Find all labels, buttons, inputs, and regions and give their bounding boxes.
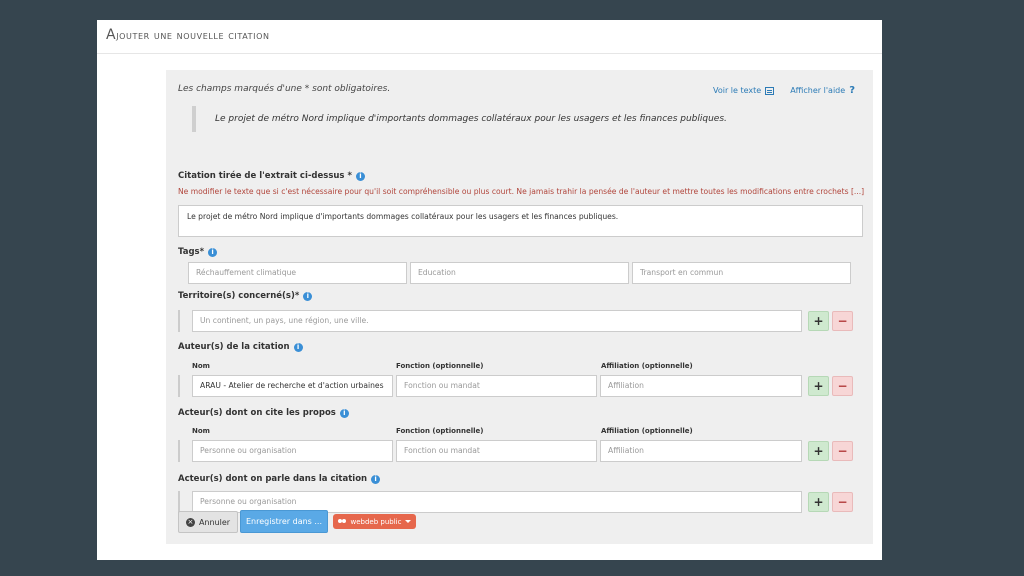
mentioned-actors-label: Acteur(s) dont on parle dans la citation… (178, 474, 381, 484)
row-bracket (178, 491, 180, 513)
row-bracket (178, 375, 180, 397)
info-icon[interactable]: i (339, 408, 349, 418)
authors-col-affiliation: Affiliation (optionnelle) (601, 362, 693, 370)
author-name-input[interactable]: ARAU - Atelier de recherche et d'action … (192, 375, 393, 397)
save-label: Enregistrer dans ... (245, 517, 323, 526)
add-mentioned-actor-button[interactable]: + (808, 492, 829, 512)
tag-input-1[interactable]: Réchauffement climatique (188, 262, 407, 284)
cited-col-affiliation: Affiliation (optionnelle) (601, 427, 693, 435)
citation-textarea[interactable]: Le projet de métro Nord implique d'impor… (178, 205, 863, 237)
author-affiliation-input[interactable]: Affiliation (600, 375, 802, 397)
info-icon[interactable]: i (293, 342, 303, 352)
add-cited-actor-button[interactable]: + (808, 441, 829, 461)
caret-down-icon (405, 520, 412, 523)
territory-label: Territoire(s) concerné(s)* i (178, 291, 313, 301)
view-text-label: Voir le texte (713, 86, 762, 95)
form-panel: Les champs marqués d'une * sont obligato… (166, 70, 873, 544)
cited-col-name: Nom (192, 427, 210, 435)
info-icon[interactable]: i (355, 171, 365, 181)
citation-label: Citation tirée de l'extrait ci-dessus * i (178, 171, 365, 181)
citation-label-text: Citation tirée de l'extrait ci-dessus * (178, 171, 352, 181)
mentioned-actors-label-text: Acteur(s) dont on parle dans la citation (178, 474, 368, 484)
authors-col-function: Fonction (optionnelle) (396, 362, 484, 370)
view-text-link[interactable]: Voir le texte (713, 85, 775, 96)
text-icon (765, 86, 775, 95)
cited-actors-label: Acteur(s) dont on cite les propos i (178, 408, 349, 418)
remove-author-button[interactable]: − (832, 376, 853, 396)
show-help-label: Afficher l'aide (790, 86, 846, 95)
row-bracket (178, 440, 180, 462)
source-excerpt: Le projet de métro Nord implique d'impor… (192, 106, 832, 132)
authors-label: Auteur(s) de la citation i (178, 342, 303, 352)
cancel-button[interactable]: × Annuler (178, 511, 238, 533)
add-territory-button[interactable]: + (808, 311, 829, 331)
group-select-button[interactable]: webdeb public (333, 514, 416, 529)
tag-input-3[interactable]: Transport en commun (632, 262, 851, 284)
citation-warning: Ne modifier le texte que si c'est nécess… (178, 187, 865, 196)
remove-cited-actor-button[interactable]: − (832, 441, 853, 461)
author-function-input[interactable]: Fonction ou mandat (396, 375, 597, 397)
title-bar: Ajouter une nouvelle citation (97, 20, 882, 54)
remove-territory-button[interactable]: − (832, 311, 853, 331)
form-window: Ajouter une nouvelle citation Les champs… (97, 20, 882, 560)
help-icon: ? (849, 85, 855, 96)
cited-col-function: Fonction (optionnelle) (396, 427, 484, 435)
tag-input-2[interactable]: Education (410, 262, 629, 284)
add-author-button[interactable]: + (808, 376, 829, 396)
top-links: Voir le texte Afficher l'aide? (713, 85, 855, 96)
cited-affiliation-input[interactable]: Affiliation (600, 440, 802, 462)
row-bracket (178, 310, 180, 332)
authors-col-name: Nom (192, 362, 210, 370)
required-fields-note: Les champs marqués d'une * sont obligato… (178, 84, 391, 94)
group-select-label: webdeb public (350, 517, 402, 526)
close-icon: × (185, 517, 195, 527)
info-icon[interactable]: i (371, 474, 381, 484)
page-title: Ajouter une nouvelle citation (106, 27, 270, 43)
cited-name-input[interactable]: Personne ou organisation (192, 440, 393, 462)
territory-input[interactable]: Un continent, un pays, une région, une v… (192, 310, 802, 332)
remove-mentioned-actor-button[interactable]: − (832, 492, 853, 512)
info-icon[interactable]: i (208, 247, 218, 257)
cancel-label: Annuler (198, 517, 231, 527)
users-icon (337, 518, 347, 525)
cited-function-input[interactable]: Fonction ou mandat (396, 440, 597, 462)
authors-label-text: Auteur(s) de la citation (178, 342, 290, 352)
territory-label-text: Territoire(s) concerné(s)* (178, 291, 300, 301)
cited-actors-label-text: Acteur(s) dont on cite les propos (178, 408, 336, 418)
tags-label: Tags* i (178, 247, 218, 257)
tags-label-text: Tags* (178, 247, 205, 257)
save-button[interactable]: Enregistrer dans ... (240, 510, 328, 533)
info-icon[interactable]: i (303, 291, 313, 301)
show-help-link[interactable]: Afficher l'aide? (790, 85, 855, 96)
